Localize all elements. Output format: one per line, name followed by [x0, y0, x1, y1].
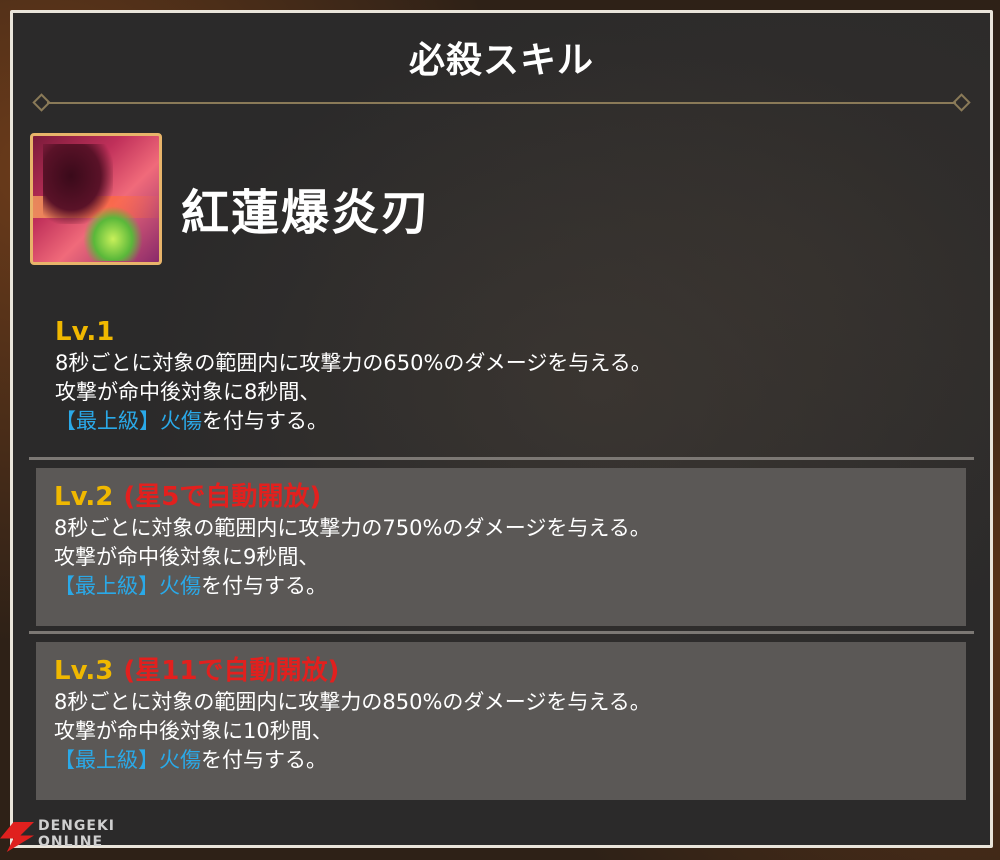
level-3-line3: 【最上級】火傷を付与する。 [54, 746, 651, 775]
separator-2 [29, 631, 974, 634]
watermark-text: DENGEKI ONLINE [38, 818, 115, 850]
title-divider [32, 93, 971, 112]
watermark-line1: DENGEKI [38, 818, 116, 834]
level-3-line2: 攻撃が命中後対象に10秒間、 [54, 719, 333, 743]
skill-name: 紅蓮爆炎刃 [181, 185, 432, 241]
level-2-unlock: (星5で自動開放) [123, 482, 322, 512]
level-2-suffix: を付与する。 [201, 574, 327, 598]
level-2-line3: 【最上級】火傷を付与する。 [54, 572, 651, 601]
level-2-header: Lv.2 (星5で自動開放) [54, 480, 651, 514]
level-2-block: Lv.2 (星5で自動開放) 8秒ごとに対象の範囲内に攻撃力の750%のダメージを… [54, 480, 651, 601]
icon-flame [83, 206, 143, 261]
level-3-header: Lv.3 (星11で自動開放) [54, 654, 651, 688]
level-3-label: Lv.3 [54, 656, 114, 686]
level-2-box: Lv.2 (星5で自動開放) 8秒ごとに対象の範囲内に攻撃力の750%のダメージを… [36, 468, 966, 626]
watermark-logo: DENGEKI ONLINE [0, 816, 140, 856]
level-2-line2: 攻撃が命中後対象に9秒間、 [54, 545, 320, 569]
level-2-effect: 火傷 [159, 574, 201, 598]
level-3-effect: 火傷 [159, 748, 201, 772]
level-3-unlock: (星11で自動開放) [123, 656, 340, 686]
level-3-tag: 【最上級】 [54, 748, 159, 772]
level-1-label: Lv.1 [55, 317, 115, 347]
separator-1 [29, 457, 974, 460]
lightning-bolt-icon [0, 822, 34, 852]
level-2-label: Lv.2 [54, 482, 114, 512]
panel-title: 必殺スキル [408, 40, 594, 81]
level-1-suffix: を付与する。 [202, 409, 328, 433]
level-3-block: Lv.3 (星11で自動開放) 8秒ごとに対象の範囲内に攻撃力の850%のダメージ… [54, 654, 651, 775]
level-1-line2: 攻撃が命中後対象に8秒間、 [55, 380, 321, 404]
level-3-box: Lv.3 (星11で自動開放) 8秒ごとに対象の範囲内に攻撃力の850%のダメージ… [36, 642, 966, 800]
watermark-line2: ONLINE [38, 834, 104, 850]
level-1-effect: 火傷 [160, 409, 202, 433]
level-2-line1: 8秒ごとに対象の範囲内に攻撃力の750%のダメージを与える。 [54, 516, 651, 540]
level-1-block: Lv.1 8秒ごとに対象の範囲内に攻撃力の650%のダメージを与える。 攻撃が命… [55, 315, 652, 436]
divider-line [47, 102, 956, 104]
level-3-line1: 8秒ごとに対象の範囲内に攻撃力の850%のダメージを与える。 [54, 690, 651, 714]
skill-panel: 必殺スキル 紅蓮爆炎刃 Lv.1 8秒ごとに対象の範囲内に攻撃力の650%のダメ… [10, 10, 993, 848]
skill-portrait-icon [30, 133, 162, 265]
level-1-line1: 8秒ごとに対象の範囲内に攻撃力の650%のダメージを与える。 [55, 351, 652, 375]
level-2-tag: 【最上級】 [54, 574, 159, 598]
level-1-tag: 【最上級】 [55, 409, 160, 433]
level-3-suffix: を付与する。 [201, 748, 327, 772]
level-1-header: Lv.1 [55, 315, 652, 349]
level-1-line3: 【最上級】火傷を付与する。 [55, 407, 652, 436]
